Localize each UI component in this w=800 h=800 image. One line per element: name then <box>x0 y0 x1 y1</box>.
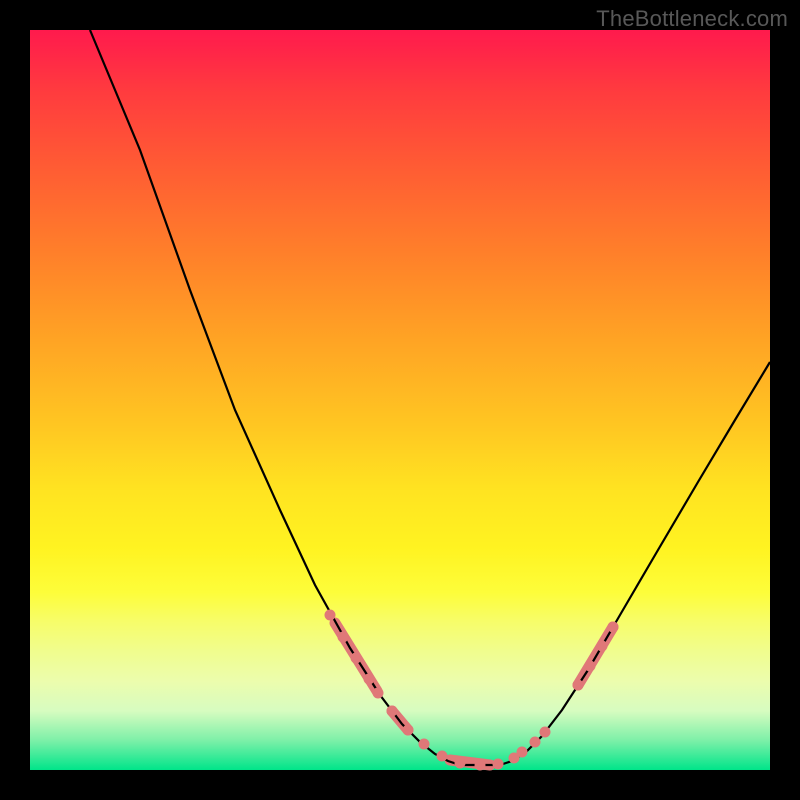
bead-point <box>585 661 596 672</box>
attribution-text: TheBottleneck.com <box>596 6 788 32</box>
bead-point <box>437 751 448 762</box>
bead-point <box>338 632 349 643</box>
bead-point <box>455 758 466 769</box>
bead-point <box>540 727 551 738</box>
bead-point <box>364 674 375 685</box>
bead-point <box>597 641 608 652</box>
bead-point <box>351 653 362 664</box>
outer-frame: TheBottleneck.com <box>0 0 800 800</box>
curve-left-branch <box>90 30 460 765</box>
bead-point <box>493 759 504 770</box>
bead-point <box>325 610 336 621</box>
bead-point <box>373 688 384 699</box>
bead-point <box>403 725 414 736</box>
bead-point <box>387 706 398 717</box>
bead-point <box>517 747 528 758</box>
plot-area <box>30 30 770 770</box>
bead-point <box>419 739 430 750</box>
bead-point <box>530 737 541 748</box>
curve-svg <box>30 30 770 770</box>
bead-point <box>475 760 486 771</box>
curve-right-branch <box>500 362 770 765</box>
bead-point <box>573 680 584 691</box>
bead-point <box>608 622 619 633</box>
